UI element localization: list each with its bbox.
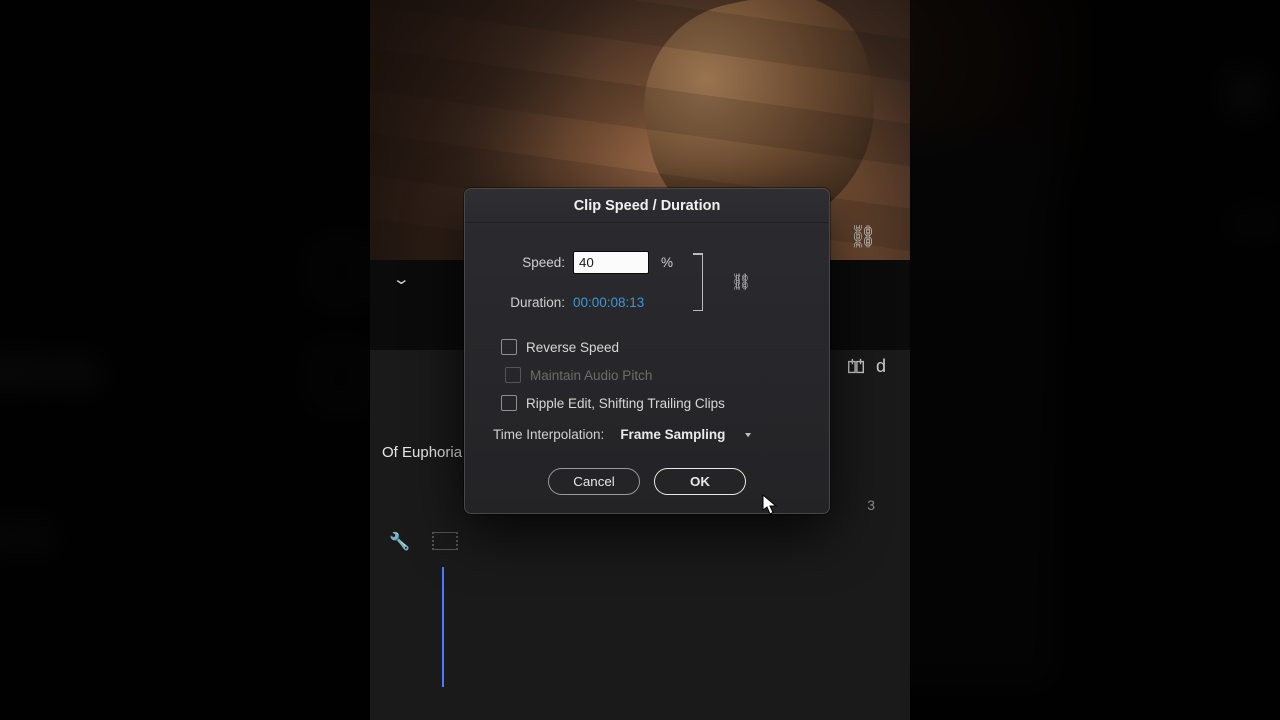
speed-input[interactable] [573, 251, 649, 274]
insert-overwrite-icons[interactable]: d [846, 356, 886, 377]
right-pillar-shade [910, 0, 1280, 720]
clip-speed-duration-dialog: Clip Speed / Duration Speed: % Duration:… [464, 188, 830, 514]
time-interpolation-dropdown[interactable]: Frame Sampling ▾ [620, 427, 751, 442]
speed-row: Speed: % [493, 251, 673, 273]
dialog-button-row: Cancel OK [465, 456, 829, 513]
chevron-down-icon: ▾ [745, 430, 751, 439]
percent-label: % [661, 255, 673, 270]
checkbox-group: Reverse Speed Maintain Audio Pitch Rippl… [493, 339, 801, 411]
checkbox-box-icon [501, 339, 517, 355]
reverse-speed-checkbox[interactable]: Reverse Speed [501, 339, 801, 355]
left-pillar-shade [0, 0, 370, 720]
link-bracket [687, 249, 717, 315]
playhead-indicator[interactable] [442, 567, 444, 687]
time-interpolation-value: Frame Sampling [620, 427, 725, 442]
filmstrip-icon[interactable] [432, 532, 458, 550]
time-interpolation-row: Time Interpolation: Frame Sampling ▾ [493, 427, 801, 442]
time-interpolation-label: Time Interpolation: [493, 427, 604, 442]
cancel-button[interactable]: Cancel [548, 468, 640, 495]
checkbox-label: Ripple Edit, Shifting Trailing Clips [526, 396, 725, 411]
label-fragment: d [876, 356, 886, 377]
clip-name-fragment: Of Euphoria [382, 444, 462, 461]
speed-label: Speed: [493, 255, 565, 270]
checkbox-box-icon [505, 367, 521, 383]
chevron-down-icon[interactable]: ⌄ [392, 270, 410, 288]
duration-label: Duration: [493, 295, 565, 310]
duration-row: Duration: 00:00:08:13 [493, 291, 673, 313]
dialog-body: Speed: % Duration: 00:00:08:13 ⛓ Reverse… [465, 223, 829, 456]
checkbox-box-icon [501, 395, 517, 411]
checkbox-label: Maintain Audio Pitch [530, 368, 652, 383]
maintain-audio-pitch-checkbox: Maintain Audio Pitch [505, 367, 801, 383]
speed-duration-block: Speed: % Duration: 00:00:08:13 ⛓ [493, 249, 801, 315]
checkbox-label: Reverse Speed [526, 340, 619, 355]
duration-value[interactable]: 00:00:08:13 [573, 295, 644, 310]
link-icon[interactable]: ⛓ [849, 224, 877, 250]
timecode-fragment: 3 [867, 497, 875, 513]
dialog-title: Clip Speed / Duration [465, 189, 829, 223]
ripple-edit-checkbox[interactable]: Ripple Edit, Shifting Trailing Clips [501, 395, 801, 411]
ok-button[interactable]: OK [654, 468, 746, 495]
wrench-icon[interactable]: 🔧 [389, 532, 410, 552]
link-icon[interactable]: ⛓ [731, 272, 751, 292]
